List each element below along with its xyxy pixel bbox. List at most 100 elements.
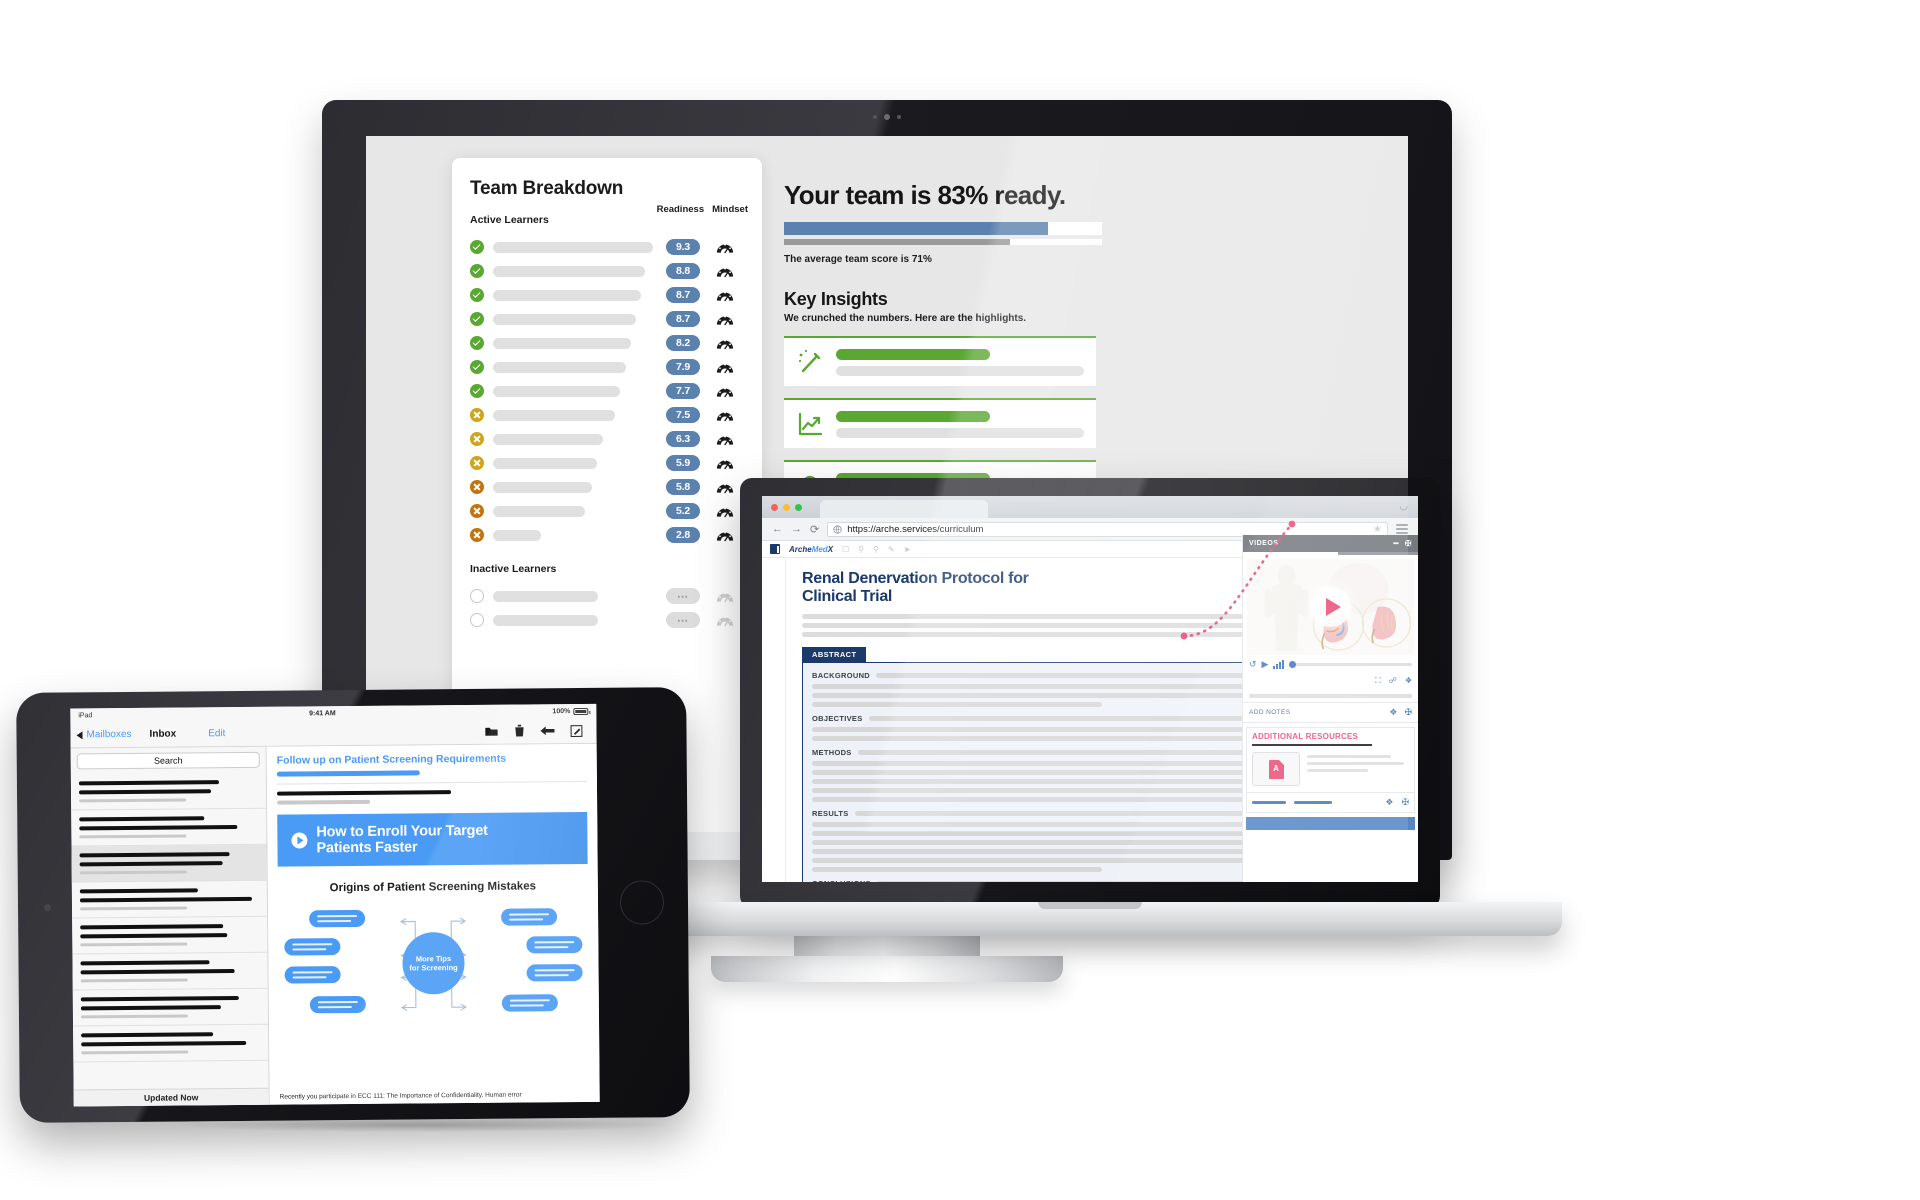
- zoom-out-icon[interactable]: ⚲: [873, 545, 879, 554]
- volume-slider[interactable]: [1289, 660, 1412, 668]
- expand-icon[interactable]: ✠: [1401, 797, 1409, 808]
- list-item[interactable]: [71, 844, 267, 883]
- arrow-left-icon[interactable]: ←: [772, 523, 783, 535]
- edit-button[interactable]: Edit: [208, 728, 225, 739]
- table-row[interactable]: 8.7: [470, 283, 744, 307]
- diagram-node[interactable]: [526, 936, 583, 954]
- reload-icon[interactable]: ⟳: [810, 523, 819, 536]
- close-red-icon[interactable]: [771, 503, 778, 511]
- gauge-icon: [716, 459, 734, 473]
- pin-icon[interactable]: ❖: [1385, 797, 1393, 808]
- table-row[interactable]: 7.5: [470, 403, 744, 427]
- table-row[interactable]: 8.8: [470, 259, 744, 283]
- section-name: OBJECTIVES: [812, 713, 863, 723]
- resource-tag[interactable]: [1294, 801, 1332, 804]
- play-icon[interactable]: ▶: [1262, 659, 1269, 670]
- expand-icon[interactable]: ✠: [1405, 539, 1412, 548]
- diagram-node[interactable]: [309, 995, 366, 1014]
- add-notes-row[interactable]: ADD NOTES ❖ ✠: [1243, 702, 1418, 723]
- key-insight-card[interactable]: [784, 398, 1096, 448]
- diagram-node[interactable]: [309, 909, 366, 928]
- folder-icon[interactable]: [484, 726, 498, 737]
- trash-icon[interactable]: [514, 724, 524, 737]
- list-item[interactable]: [72, 952, 268, 991]
- note-icon[interactable]: ☐: [842, 545, 849, 554]
- play-circle-icon[interactable]: [291, 832, 308, 849]
- hamburger-menu-icon[interactable]: [1396, 522, 1408, 536]
- email-line: [277, 790, 451, 796]
- diagram-node[interactable]: [501, 994, 558, 1012]
- gauge-icon: [716, 291, 734, 305]
- list-item[interactable]: [73, 1024, 269, 1063]
- search-input[interactable]: Search: [76, 751, 260, 770]
- compose-icon[interactable]: [570, 724, 583, 737]
- star-icon[interactable]: ★: [1373, 524, 1382, 535]
- insight-bars: [836, 348, 1084, 376]
- monitor-camera-icon: [873, 114, 901, 120]
- zoom-green-icon[interactable]: [795, 503, 802, 511]
- primary-action-bar[interactable]: [1246, 817, 1415, 830]
- gauge-icon: [716, 456, 734, 473]
- expand-icon[interactable]: ◡: [1399, 501, 1408, 512]
- active-learners-list: 9.3 8.8 8.7 8.7 8.2 7.9 7.7 7.5 6.3 5.9 5.8 5.2 2.8: [470, 235, 744, 547]
- list-item[interactable]: [72, 916, 268, 955]
- readiness-score: 8.7: [666, 287, 700, 303]
- gauge-icon: [716, 315, 734, 329]
- gauge-icon: [716, 531, 734, 545]
- volume-icon[interactable]: [1273, 659, 1285, 669]
- table-row[interactable]: ⋯: [470, 608, 744, 632]
- table-row[interactable]: 8.7: [470, 307, 744, 331]
- play-button[interactable]: [1310, 587, 1351, 627]
- learner-name-placeholder: [493, 265, 645, 277]
- diagram-node[interactable]: [284, 966, 341, 984]
- table-row[interactable]: 2.8: [470, 523, 744, 547]
- minimize-icon[interactable]: ━: [1393, 539, 1398, 548]
- list-item[interactable]: [72, 988, 269, 1027]
- zoom-in-icon[interactable]: ⚲: [858, 545, 864, 554]
- diagram-hub[interactable]: More Tips for Screening: [402, 932, 465, 995]
- chevron-left-icon[interactable]: [76, 730, 83, 739]
- resource-tag[interactable]: [1252, 801, 1286, 804]
- arrow-right-icon[interactable]: →: [791, 523, 802, 535]
- list-item[interactable]: [71, 808, 267, 847]
- table-row[interactable]: 5.8: [470, 475, 744, 499]
- tablet-home-button[interactable]: [619, 880, 665, 925]
- readiness-score: 8.8: [666, 263, 700, 279]
- inactive-learners-label: Inactive Learners: [470, 563, 557, 575]
- mailboxes-link[interactable]: Mailboxes: [86, 729, 131, 740]
- video-cta-banner[interactable]: How to Enroll Your Target Patients Faster: [277, 811, 588, 867]
- table-row[interactable]: 7.7: [470, 379, 744, 403]
- learner-name-placeholder: [493, 433, 603, 445]
- diagram-node[interactable]: [526, 964, 583, 982]
- list-item[interactable]: [71, 880, 268, 919]
- section-name: BACKGROUND: [812, 670, 870, 680]
- table-row[interactable]: 5.2: [470, 499, 744, 523]
- table-row[interactable]: 9.3: [470, 235, 744, 259]
- expand-icon[interactable]: ✠: [1404, 707, 1412, 718]
- fullscreen-icon[interactable]: ⛶: [1375, 676, 1381, 686]
- browser-tab[interactable]: [820, 500, 988, 518]
- pin-icon[interactable]: ❖: [1405, 676, 1412, 686]
- pointer-icon[interactable]: ➤: [904, 545, 911, 554]
- diagram-node[interactable]: [501, 908, 558, 926]
- minimize-yellow-icon[interactable]: [783, 503, 790, 511]
- diagram-node[interactable]: [284, 938, 341, 956]
- table-row[interactable]: ⋯: [470, 584, 744, 608]
- learner-status-icon: [470, 408, 484, 422]
- resource-item[interactable]: [1247, 746, 1414, 792]
- list-item[interactable]: [70, 772, 267, 811]
- window-traffic-lights[interactable]: [762, 503, 802, 511]
- table-row[interactable]: 8.2: [470, 331, 744, 355]
- share-icon[interactable]: ☍: [1389, 676, 1397, 686]
- pdf-file-icon[interactable]: [1252, 752, 1300, 786]
- email-line: [277, 799, 371, 805]
- table-row[interactable]: 7.9: [470, 355, 744, 379]
- highlight-icon[interactable]: ✎: [888, 545, 895, 554]
- replay-icon[interactable]: ↺: [1249, 659, 1257, 670]
- pin-icon[interactable]: ❖: [1389, 707, 1397, 718]
- inactive-learners-list: ⋯ ⋯: [470, 584, 744, 632]
- table-row[interactable]: 5.9: [470, 451, 744, 475]
- key-insight-card[interactable]: [784, 336, 1096, 386]
- reply-icon[interactable]: [540, 725, 555, 736]
- table-row[interactable]: 6.3: [470, 427, 744, 451]
